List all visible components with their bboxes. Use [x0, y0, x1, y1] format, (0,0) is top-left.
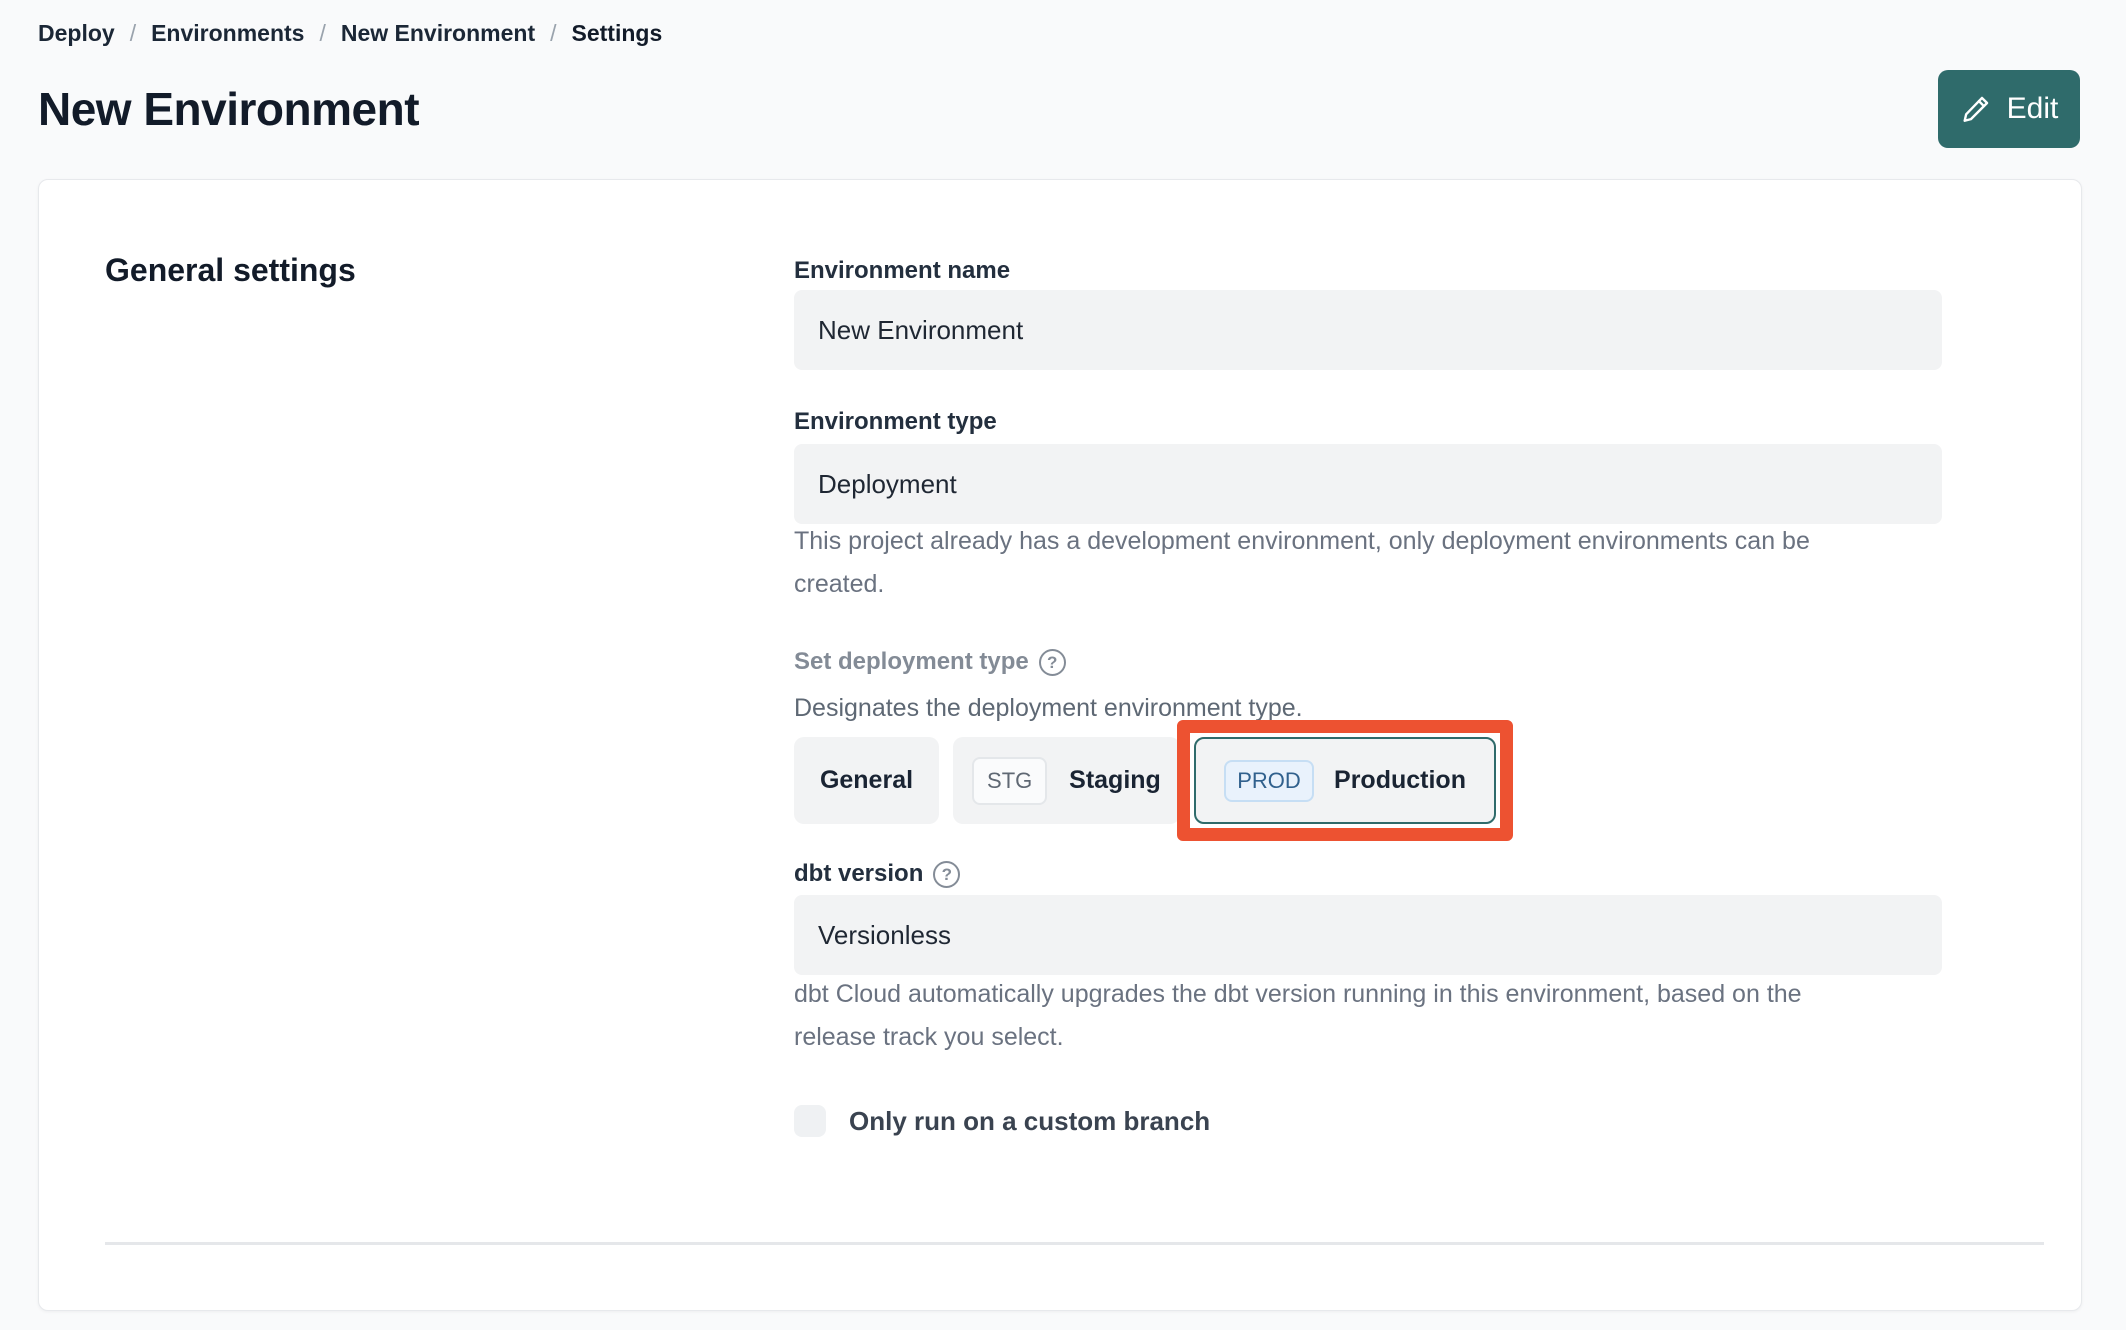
breadcrumb-separator: /: [550, 20, 557, 46]
environment-name-label-text: Environment name: [794, 257, 1011, 284]
environment-type-label-text: Environment type: [794, 408, 997, 435]
environment-type-label: Environment type: [794, 408, 997, 436]
edit-button-label: Edit: [2006, 92, 2059, 125]
environment-name-value: New Environment: [818, 314, 1024, 345]
staging-option-label: Staging: [1069, 766, 1161, 794]
top-bar: Deploy / Environments / New Environment …: [0, 0, 2126, 149]
general-option-label: General: [819, 766, 914, 794]
dbt-version-help-text: dbt Cloud automatically upgrades the dbt…: [794, 980, 1802, 1051]
custom-branch-row: Only run on a custom branch: [794, 1105, 1210, 1137]
production-option-label: Production: [1334, 766, 1466, 794]
breadcrumb-separator: /: [129, 20, 137, 46]
section-title: General settings: [105, 252, 356, 288]
stg-badge: STG: [972, 756, 1048, 805]
dbt-version-input[interactable]: Versionless: [794, 895, 1942, 975]
question-circle-icon[interactable]: ?: [933, 860, 961, 888]
breadcrumb-environments[interactable]: Environments: [151, 20, 304, 47]
page: Deploy / Environments / New Environment …: [0, 0, 2126, 1311]
dbt-version-label: dbt version ?: [794, 860, 961, 888]
deployment-type-general-button[interactable]: General: [794, 737, 939, 824]
environment-name-label: Environment name: [794, 257, 1010, 285]
edit-button[interactable]: Edit: [1938, 70, 2080, 148]
environment-name-input[interactable]: New Environment: [794, 290, 1942, 370]
deployment-type-options: General STG Staging PROD Production: [794, 720, 1942, 841]
environment-type-input[interactable]: Deployment: [794, 444, 1942, 524]
set-deployment-type-label: Set deployment type ?: [794, 648, 1066, 676]
deployment-type-description: Designates the deployment environment ty…: [794, 694, 1303, 722]
page-title: New Environment: [38, 83, 420, 135]
dbt-version-label-text: dbt version: [794, 860, 924, 887]
breadcrumb-deploy[interactable]: Deploy: [38, 20, 115, 47]
custom-branch-checkbox[interactable]: [794, 1105, 826, 1137]
page-header: New Environment Edit: [38, 69, 2080, 149]
general-settings-card: General settings Environment name New En…: [38, 179, 2082, 1311]
custom-branch-label: Only run on a custom branch: [849, 1105, 1211, 1136]
breadcrumb-settings: Settings: [571, 20, 663, 46]
prod-badge: PROD: [1224, 759, 1315, 802]
general-settings-form: Environment name New Environment Environ…: [794, 180, 1942, 1280]
set-deployment-type-label-text: Set deployment type: [794, 648, 1029, 675]
pencil-icon: [1960, 93, 1992, 125]
breadcrumb-new-environment[interactable]: New Environment: [341, 20, 535, 47]
dbt-version-value: Versionless: [818, 919, 951, 950]
deployment-type-production-button[interactable]: PROD Production: [1194, 737, 1496, 824]
environment-type-help-text: This project already has a development e…: [794, 527, 1810, 598]
breadcrumb: Deploy / Environments / New Environment …: [38, 20, 2080, 47]
deployment-type-staging-button[interactable]: STG Staging: [953, 737, 1180, 824]
environment-type-value: Deployment: [818, 468, 957, 499]
question-circle-icon[interactable]: ?: [1038, 648, 1066, 676]
breadcrumb-separator: /: [319, 20, 326, 46]
section-divider: [105, 1242, 2044, 1245]
